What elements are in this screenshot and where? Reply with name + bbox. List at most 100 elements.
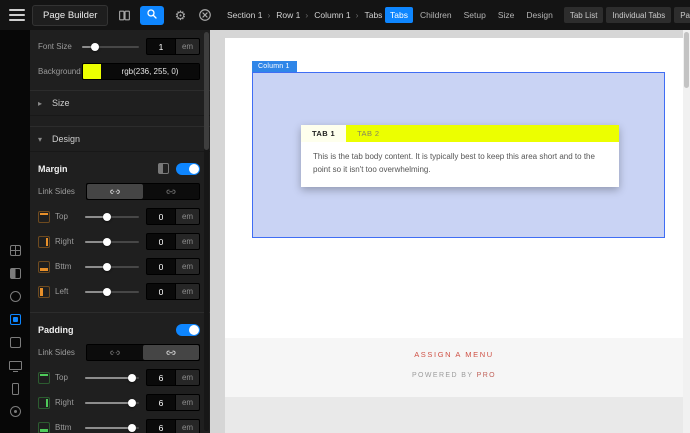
square-tool-icon[interactable] <box>9 336 22 349</box>
tab-setup[interactable]: Setup <box>459 7 491 23</box>
section-design-label: Design <box>52 134 81 144</box>
tab-body-text: This is the tab body content. It is typi… <box>301 142 619 188</box>
padding-right-label: Right <box>55 398 74 407</box>
topbar-left-cluster: Page Builder ⚙ <box>0 4 225 26</box>
assign-menu-link[interactable]: ASSIGN A MENU <box>414 350 494 359</box>
font-size-unit[interactable]: em <box>175 38 200 55</box>
preview-canvas: Column 1 TAB 1 TAB 2 This is the tab bod… <box>210 30 683 433</box>
background-label: Background <box>38 67 81 76</box>
padding-toggle[interactable] <box>176 323 200 336</box>
search-button[interactable] <box>140 5 165 25</box>
margin-bottom-icon <box>38 260 50 273</box>
margin-title: Margin <box>38 163 68 174</box>
section-size-label: Size <box>52 98 70 108</box>
powered-by-label: POWERED BY <box>411 372 474 379</box>
margin-left-slider[interactable] <box>85 284 139 300</box>
phone-icon[interactable] <box>9 382 22 395</box>
breadcrumb-element[interactable]: Tabs <box>362 10 383 20</box>
caret-down-icon <box>38 135 46 144</box>
padding-right-unit[interactable]: em <box>175 394 200 411</box>
tab-size[interactable]: Size <box>493 7 520 23</box>
margin-right-value[interactable]: 0 <box>146 233 175 250</box>
section-design[interactable]: Design <box>30 126 210 152</box>
section-size[interactable]: Size <box>30 90 210 116</box>
margin-toggle[interactable] <box>176 162 200 175</box>
margin-bottom-unit[interactable]: em <box>175 258 200 275</box>
preview-page[interactable]: Column 1 TAB 1 TAB 2 This is the tab bod… <box>225 38 683 433</box>
link-sides-label: Link Sides <box>38 348 75 357</box>
margin-right-unit[interactable]: em <box>175 233 200 250</box>
breadcrumb-column[interactable]: Column 1 <box>312 10 360 20</box>
half-square-icon[interactable] <box>9 267 22 280</box>
page-builder-button[interactable]: Page Builder <box>32 4 109 26</box>
padding-top-unit[interactable]: em <box>175 369 200 386</box>
breadcrumb-row[interactable]: Row 1 <box>274 10 310 20</box>
padding-bottom-slider[interactable] <box>85 420 139 433</box>
padding-link-group <box>86 344 200 361</box>
padding-right-row: Right 6 em <box>38 394 200 411</box>
canvas-scrollbar[interactable] <box>683 30 690 433</box>
unlink-sides-icon[interactable] <box>87 184 143 199</box>
margin-bottom-row: Bttm 0 em <box>38 258 200 275</box>
margin-top-slider[interactable] <box>85 209 139 225</box>
padding-top-slider[interactable] <box>85 370 139 386</box>
background-input[interactable]: rgb(236, 255, 0) <box>82 63 200 80</box>
margin-right-slider[interactable] <box>85 234 139 250</box>
tab-children[interactable]: Children <box>415 7 457 23</box>
unlink-sides-icon[interactable] <box>87 345 143 360</box>
padding-right-slider[interactable] <box>85 395 139 411</box>
inspector-tabs: Tabs Children Setup Size Design <box>385 7 558 23</box>
menu-icon[interactable] <box>9 9 25 21</box>
margin-top-value[interactable]: 0 <box>146 208 175 225</box>
breadcrumb-section[interactable]: Section 1 <box>225 10 272 20</box>
padding-right-icon <box>38 396 50 409</box>
responsive-icon[interactable] <box>158 163 169 174</box>
tab-2[interactable]: TAB 2 <box>346 125 390 142</box>
column-label-tag[interactable]: Column 1 <box>252 61 297 72</box>
subtab-individual-tabs[interactable]: Individual Tabs <box>606 7 672 23</box>
subtab-tab-list[interactable]: Tab List <box>563 7 604 23</box>
margin-left-unit[interactable]: em <box>175 283 200 300</box>
theme-logo-icon[interactable] <box>196 6 214 24</box>
dot-circle-icon[interactable] <box>9 405 22 418</box>
tab-design[interactable]: Design <box>521 7 557 23</box>
tabs-element[interactable]: TAB 1 TAB 2 This is the tab body content… <box>301 125 619 188</box>
margin-left-row: Left 0 em <box>38 283 200 300</box>
circle-tool-icon[interactable] <box>9 290 22 303</box>
padding-bottom-unit[interactable]: em <box>175 419 200 433</box>
margin-bottom-slider[interactable] <box>85 259 139 275</box>
padding-top-value[interactable]: 6 <box>146 369 175 386</box>
padding-header: Padding <box>38 322 200 337</box>
link-sides-icon[interactable] <box>143 345 199 360</box>
active-panel-icon[interactable] <box>9 313 22 326</box>
margin-top-label: Top <box>55 212 68 221</box>
inspector-subtabs: Tab List Individual Tabs Panels Effects … <box>563 7 690 23</box>
tab-1[interactable]: TAB 1 <box>301 125 347 142</box>
scrollbar-thumb[interactable] <box>684 32 689 88</box>
padding-top-icon <box>38 371 50 384</box>
apps-grid-icon[interactable] <box>9 244 22 257</box>
selected-column[interactable]: Column 1 TAB 1 TAB 2 This is the tab bod… <box>252 61 665 238</box>
font-size-value[interactable]: 1 <box>146 38 175 55</box>
margin-left-value[interactable]: 0 <box>146 283 175 300</box>
breadcrumb: Section 1 Row 1 Column 1 Tabs <box>225 10 383 20</box>
tab-list: TAB 1 TAB 2 <box>301 125 619 142</box>
monitor-icon[interactable] <box>8 359 22 372</box>
settings-gear-icon[interactable]: ⚙ <box>171 6 189 24</box>
columns-layout-icon[interactable] <box>115 6 133 24</box>
subtab-panels[interactable]: Panels <box>674 7 690 23</box>
sidebar-scrollbar[interactable] <box>204 32 209 431</box>
padding-bottom-value[interactable]: 6 <box>146 419 175 433</box>
padding-top-row: Top 6 em <box>38 369 200 386</box>
margin-top-unit[interactable]: em <box>175 208 200 225</box>
font-size-slider[interactable] <box>82 39 139 55</box>
tab-tabs[interactable]: Tabs <box>385 7 413 23</box>
topbar: Page Builder ⚙ Section 1 Row 1 Column 1 … <box>0 0 690 30</box>
padding-right-value[interactable]: 6 <box>146 394 175 411</box>
pro-label[interactable]: PRO <box>477 372 496 379</box>
padding-link-sides: Link Sides <box>38 344 200 361</box>
color-swatch[interactable] <box>83 64 101 79</box>
margin-bottom-value[interactable]: 0 <box>146 258 175 275</box>
link-sides-icon[interactable] <box>143 184 199 199</box>
font-size-control: Font Size 1 em <box>38 38 200 55</box>
